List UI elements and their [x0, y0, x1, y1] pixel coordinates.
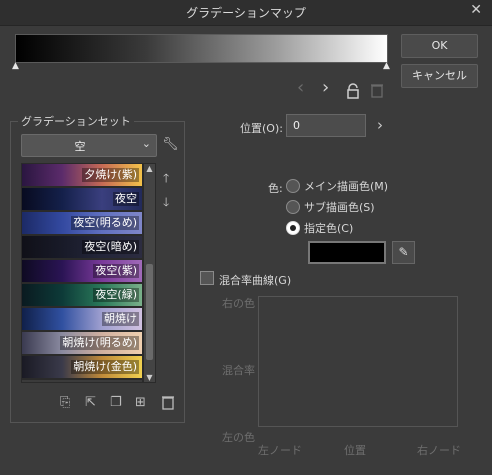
gradient-list-item-label: 朝焼け(明るめ)	[60, 336, 139, 350]
gradient-list-item-label: 朝焼け(金色)	[71, 360, 139, 374]
gradient-list[interactable]: 夕焼け(紫) 夜空夜空(明るめ) 夜空(暗め) 夜空(紫) 夜空(緑) 朝焼け朝焼け(明る…	[21, 163, 143, 383]
chevron-down-icon: ⌄	[141, 137, 151, 150]
gradient-set-label: グラデーションセット	[18, 113, 134, 129]
wrench-icon[interactable]: 🔧︎	[162, 137, 179, 152]
gradient-list-item-label: 夜空(暗め)	[82, 240, 139, 254]
gradient-list-item-label: 夜空(紫)	[93, 264, 139, 278]
radio-main-color[interactable]: メイン描画色(M)	[286, 178, 388, 194]
gradient-list-item-label: 夜空(緑)	[93, 288, 139, 302]
y-axis-bottom-label: 左の色	[222, 431, 255, 444]
gradient-list-item-label: 夕焼け(紫)	[82, 168, 139, 182]
blend-curve-graph[interactable]	[258, 296, 458, 427]
trash-icon[interactable]	[371, 83, 383, 101]
move-down-icon[interactable]: 🡓	[163, 193, 169, 214]
chevron-right-icon[interactable]: ›	[377, 116, 383, 134]
export-icon[interactable]: ⇱	[85, 395, 96, 410]
move-up-icon[interactable]: 🡑	[163, 169, 169, 190]
scroll-thumb[interactable]	[146, 264, 153, 360]
scroll-down-icon[interactable]: ▼	[144, 373, 155, 382]
cancel-button[interactable]: キャンセル	[401, 64, 478, 88]
blend-curve-checkbox[interactable]	[200, 271, 214, 285]
gradient-set-selected: 空	[74, 140, 86, 153]
position-input[interactable]: 0	[286, 114, 366, 137]
gradient-list-item[interactable]: 朝焼け(金色)	[22, 356, 142, 380]
radio-button[interactable]	[286, 200, 300, 214]
chevron-right-icon[interactable]: ›	[322, 79, 329, 97]
right-node-marker-icon[interactable]: ▲	[383, 62, 390, 71]
title-bar: グラデーションマップ	[0, 0, 492, 26]
gradient-list-item-label: 朝焼け	[102, 312, 139, 326]
radio-button[interactable]	[286, 221, 300, 235]
x-axis-right-label: 右ノード	[417, 444, 461, 457]
color-label: 色:	[268, 182, 283, 195]
radio-sub-color[interactable]: サブ描画色(S)	[286, 199, 375, 215]
radio-button[interactable]	[286, 179, 300, 193]
delete-gradient-icon[interactable]	[162, 395, 174, 413]
left-node-marker-icon[interactable]: ▲	[12, 62, 19, 71]
gradient-list-item[interactable]: 夜空	[22, 188, 142, 212]
gradient-list-item[interactable]: 夜空(暗め)	[22, 236, 142, 260]
gradient-preview-bar[interactable]	[15, 34, 388, 63]
gradient-list-item-label: 夜空	[113, 192, 139, 206]
gradient-set-select[interactable]: 空 ⌄	[21, 134, 157, 157]
y-axis-top-label: 右の色	[222, 297, 255, 310]
gradient-list-item[interactable]: 夜空(明るめ)	[22, 212, 142, 236]
gradient-list-item[interactable]: 夕焼け(紫)	[22, 164, 142, 188]
eyedropper-icon[interactable]: ✎	[392, 241, 415, 264]
gradient-list-item-label: 夜空(明るめ)	[71, 216, 139, 230]
gradient-list-scrollbar[interactable]: ▲ ▼	[143, 163, 156, 383]
ok-button[interactable]: OK	[401, 34, 478, 58]
lock-icon[interactable]	[345, 83, 361, 102]
import-icon[interactable]: ⎘	[60, 395, 70, 410]
x-axis-left-label: 左ノード	[258, 444, 302, 457]
x-axis-mid-label: 位置	[344, 444, 366, 457]
gradient-list-item[interactable]: 朝焼け	[22, 308, 142, 332]
gradient-list-item[interactable]: 朝焼け(明るめ)	[22, 332, 142, 356]
position-label: 位置(O):	[240, 122, 283, 135]
close-icon[interactable]: ✕	[470, 2, 482, 18]
color-swatch[interactable]	[308, 241, 386, 264]
chevron-left-icon[interactable]: ‹	[297, 79, 304, 97]
scroll-up-icon[interactable]: ▲	[144, 164, 155, 173]
blend-curve-label: 混合率曲線(G)	[219, 274, 292, 287]
radio-specified-color[interactable]: 指定色(C)	[286, 220, 353, 236]
y-axis-mid-label: 混合率	[222, 364, 255, 377]
gradient-list-item[interactable]: 夜空(緑)	[22, 284, 142, 308]
gradient-list-item[interactable]: 夜空(紫)	[22, 260, 142, 284]
add-gradient-icon[interactable]: ⊞	[135, 395, 146, 410]
duplicate-icon[interactable]: ❐	[110, 395, 122, 410]
window-title: グラデーションマップ	[186, 6, 306, 20]
